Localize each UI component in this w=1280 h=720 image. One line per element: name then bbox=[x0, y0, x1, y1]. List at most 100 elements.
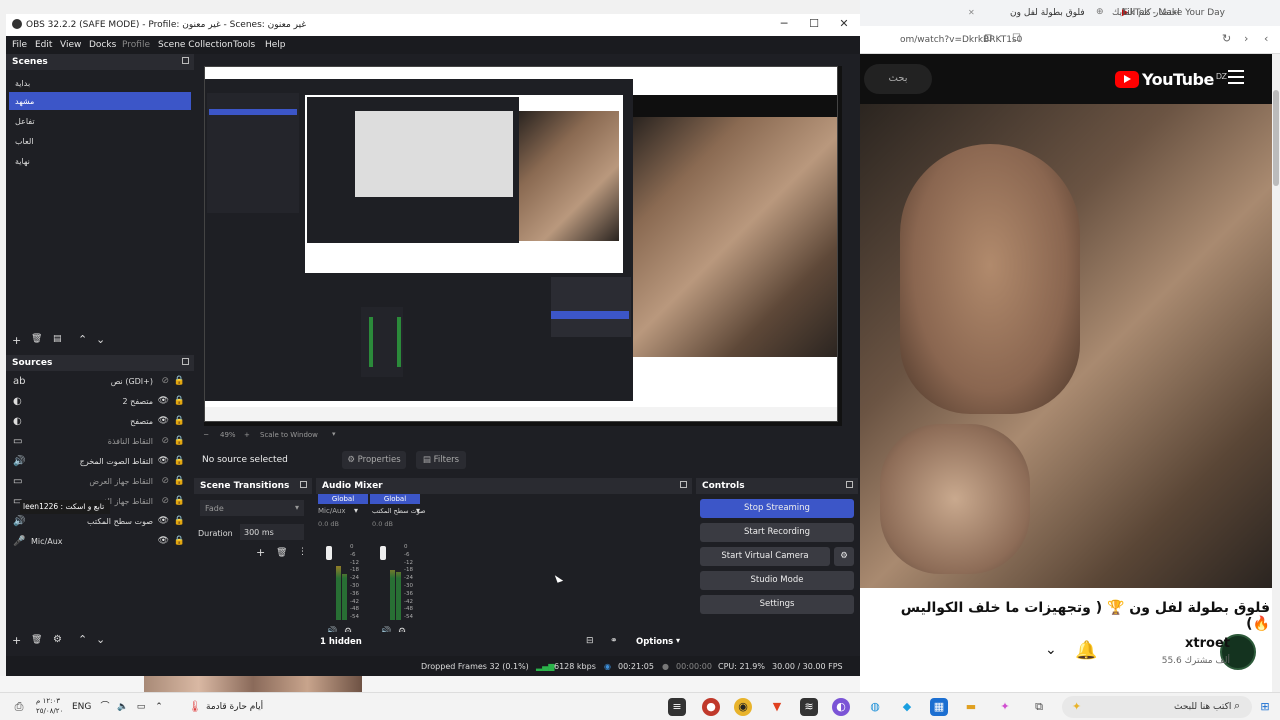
volume-icon[interactable]: 🔈 bbox=[114, 698, 132, 716]
filters-button[interactable]: ▤ Filters bbox=[416, 451, 466, 469]
start-virtual-camera-button[interactable]: Start Virtual Camera bbox=[700, 547, 830, 566]
chevron-down-icon[interactable]: ⌄ bbox=[1045, 642, 1057, 658]
lock-icon[interactable]: 🔒 bbox=[174, 496, 185, 506]
eye-icon[interactable]: 👁 bbox=[158, 516, 169, 526]
menu-tools[interactable]: Tools bbox=[233, 40, 255, 50]
task-view-icon[interactable]: ⧉ bbox=[1030, 698, 1048, 716]
trash-icon[interactable]: 🗑 bbox=[31, 635, 42, 645]
scene-item-selected[interactable]: مشهد bbox=[9, 92, 191, 110]
source-item[interactable]: ◐ متصفح 2 👁 🔒 bbox=[9, 392, 191, 412]
menu-help[interactable]: Help bbox=[265, 40, 286, 50]
browser-tab-tiktok[interactable]: TikTok - Make Your Day bbox=[1122, 8, 1225, 18]
eye-icon[interactable]: 👁 bbox=[158, 456, 169, 466]
chevron-down-icon[interactable]: ▾ bbox=[416, 506, 420, 515]
chevron-down-icon[interactable]: ▾ bbox=[676, 636, 680, 645]
zoom-in-icon[interactable]: + bbox=[244, 431, 250, 439]
chevron-down-icon[interactable]: ▾ bbox=[354, 506, 358, 515]
scrollbar-thumb[interactable] bbox=[1273, 90, 1279, 186]
back-icon[interactable]: ‹ bbox=[1264, 32, 1268, 45]
studio-mode-button[interactable]: Studio Mode bbox=[700, 571, 854, 590]
chevron-down-icon[interactable]: ▾ bbox=[332, 430, 336, 438]
filter-icon[interactable]: ▤ bbox=[53, 334, 62, 344]
source-item[interactable]: 🎤 Mic/Aux 👁 🔒 bbox=[9, 532, 191, 552]
scene-item[interactable]: العاب bbox=[9, 132, 191, 150]
menu-profile[interactable]: Profile bbox=[122, 40, 150, 50]
printer-icon[interactable]: ⎙ bbox=[10, 698, 28, 716]
undock-icon[interactable] bbox=[182, 358, 189, 365]
more-vertical-icon[interactable]: ⋮ bbox=[298, 547, 307, 557]
add-icon[interactable]: + bbox=[12, 334, 21, 347]
copilot-icon[interactable]: ✦ bbox=[996, 698, 1014, 716]
lock-icon[interactable]: 🔒 bbox=[174, 416, 185, 426]
trash-icon[interactable]: 🗑 bbox=[276, 548, 287, 558]
lock-icon[interactable]: 🔒 bbox=[174, 376, 185, 386]
link-icon[interactable]: ⚭ bbox=[610, 636, 618, 646]
youtube-video-player[interactable] bbox=[860, 104, 1272, 588]
battery-icon[interactable]: ▭ bbox=[132, 698, 150, 716]
edge-icon[interactable]: ◍ bbox=[866, 698, 884, 716]
language-indicator[interactable]: ENG bbox=[72, 702, 91, 712]
app-icon-obs-like[interactable]: ≡ bbox=[668, 698, 686, 716]
weather-text[interactable]: أيام حارة قادمة bbox=[206, 702, 263, 712]
discord-icon[interactable]: ◐ bbox=[832, 698, 850, 716]
folder-icon[interactable]: ▬ bbox=[962, 698, 980, 716]
lock-icon[interactable]: 🔒 bbox=[174, 436, 185, 446]
chevron-up-icon[interactable]: ⌃ bbox=[150, 698, 168, 716]
move-down-icon[interactable]: ⌄ bbox=[96, 333, 105, 346]
menu-docks[interactable]: Docks bbox=[89, 40, 116, 50]
virtual-camera-settings-icon[interactable]: ⚙ bbox=[834, 547, 854, 566]
network-icon[interactable]: ⌒ bbox=[96, 698, 114, 716]
add-icon[interactable]: + bbox=[12, 634, 21, 647]
transition-select[interactable]: Fade ▾ bbox=[200, 500, 304, 516]
brave-icon[interactable]: ▼ bbox=[768, 698, 786, 716]
duration-input[interactable]: 300 ms bbox=[240, 524, 304, 540]
properties-button[interactable]: ⚙ Properties bbox=[342, 451, 406, 469]
hamburger-menu-icon[interactable] bbox=[1228, 70, 1244, 84]
visibility-off-icon[interactable]: ⊘ bbox=[161, 476, 169, 486]
scene-item[interactable]: تفاعل bbox=[9, 112, 191, 130]
settings-button[interactable]: Settings bbox=[700, 595, 854, 614]
source-item[interactable]: ▭ التقاط النافذة ⊘ 🔒 bbox=[9, 432, 191, 452]
forward-icon[interactable]: › bbox=[1244, 32, 1248, 45]
chrome-icon[interactable]: ◉ bbox=[734, 698, 752, 716]
source-item[interactable]: 🔊 التقاط الصوت المخرج 👁 🔒 bbox=[9, 452, 191, 472]
clock-date[interactable]: ٢٥/٠٨/٢٠ bbox=[36, 707, 63, 715]
youtube-search-input[interactable]: بحث bbox=[864, 64, 932, 94]
store-icon[interactable]: ▦ bbox=[930, 698, 948, 716]
move-up-icon[interactable]: ⌃ bbox=[78, 333, 87, 346]
lock-icon[interactable]: 🔒 bbox=[174, 476, 185, 486]
site-info-icon[interactable]: ⊡ bbox=[984, 33, 992, 44]
undock-icon[interactable] bbox=[680, 481, 687, 488]
gear-icon[interactable]: ⚙ bbox=[53, 634, 62, 645]
preview-canvas[interactable] bbox=[204, 66, 842, 426]
source-item[interactable]: ◐ متصفح 👁 🔒 bbox=[9, 412, 191, 432]
menu-file[interactable]: File bbox=[12, 40, 27, 50]
bookmark-icon[interactable]: ☐ bbox=[1012, 33, 1021, 44]
close-icon[interactable]: ✕ bbox=[830, 17, 858, 30]
visibility-off-icon[interactable]: ⊘ bbox=[161, 496, 169, 506]
menu-scene-collection[interactable]: Scene Collection bbox=[158, 40, 233, 50]
eye-icon[interactable]: 👁 bbox=[158, 396, 169, 406]
lock-icon[interactable]: 🔒 bbox=[174, 396, 185, 406]
trash-icon[interactable]: 🗑 bbox=[31, 334, 42, 344]
undock-icon[interactable] bbox=[182, 57, 189, 64]
eye-icon[interactable]: 👁 bbox=[158, 416, 169, 426]
reload-icon[interactable]: ↻ bbox=[1222, 32, 1231, 45]
clock-time[interactable]: ١٢:٠٣ م bbox=[36, 697, 60, 705]
visibility-off-icon[interactable]: ⊘ bbox=[161, 376, 169, 386]
source-item[interactable]: ▭ التقاط جهاز العرض ⊘ 🔒 bbox=[9, 472, 191, 492]
channel-name[interactable]: xtroet bbox=[1110, 636, 1230, 651]
move-up-icon[interactable]: ⌃ bbox=[78, 633, 87, 646]
undock-icon[interactable] bbox=[300, 481, 307, 488]
volume-slider-handle[interactable] bbox=[326, 546, 332, 560]
source-item[interactable]: 🔊 صوت سطح المكتب 👁 🔒 bbox=[9, 512, 191, 532]
stop-streaming-button[interactable]: Stop Streaming bbox=[700, 499, 854, 518]
maximize-icon[interactable]: ☐ bbox=[800, 17, 828, 30]
url-text[interactable]: om/watch?v=DkrkBRKT1s0 bbox=[900, 35, 1022, 45]
layout-icon[interactable]: ⊟ bbox=[586, 636, 594, 646]
address-bar[interactable]: om/watch?v=DkrkBRKT1s0 ⊡ ☐ ↻ › ‹ bbox=[860, 26, 1280, 54]
photos-icon[interactable]: ◆ bbox=[898, 698, 916, 716]
scene-item[interactable]: نهاية bbox=[9, 152, 191, 170]
minimize-icon[interactable]: ─ bbox=[770, 17, 798, 30]
lock-icon[interactable]: 🔒 bbox=[174, 456, 185, 466]
